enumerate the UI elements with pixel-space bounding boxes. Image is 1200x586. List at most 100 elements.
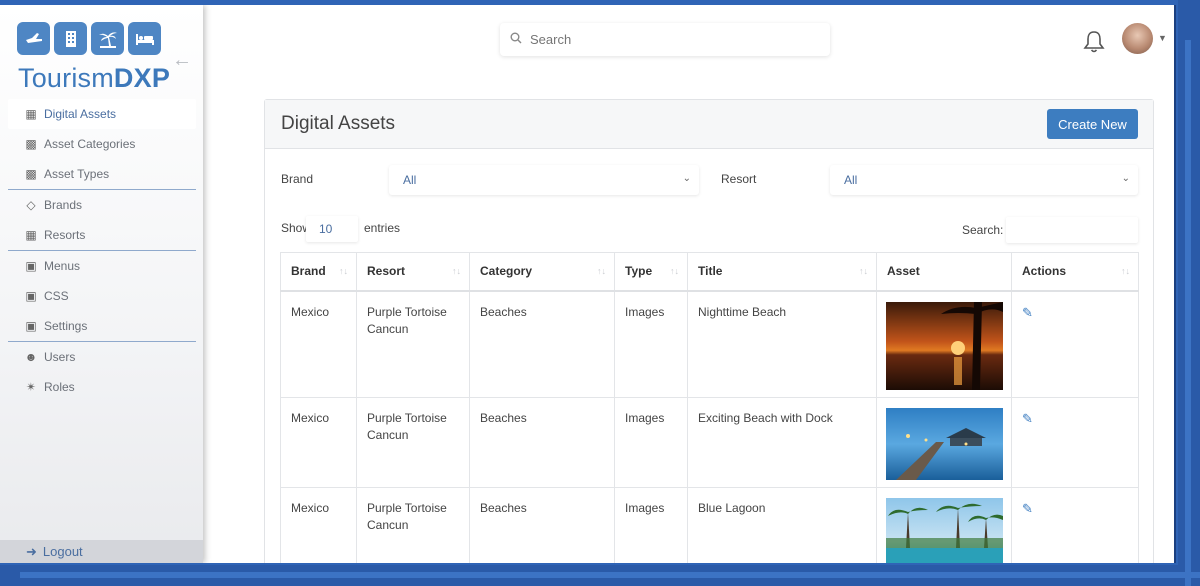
sidebar-item-digital-assets[interactable]: ▦ Digital Assets [8, 99, 196, 129]
logout-icon: ➜ [26, 543, 37, 559]
chevron-down-icon: ⌄ [682, 173, 691, 184]
header-label: Type [625, 264, 653, 279]
panel-header: Digital Assets Create New [265, 100, 1153, 149]
css-icon: ▣ [25, 289, 37, 303]
column-header-actions[interactable]: Actions ↑↓ [1011, 252, 1139, 292]
brand-filter-select[interactable]: All ⌄ [389, 165, 699, 195]
sidebar-item-label: Resorts [44, 228, 86, 242]
sidebar-item-menus[interactable]: ▣ Menus [8, 251, 196, 281]
roles-icon: ✴ [25, 380, 37, 394]
sidebar-item-roles[interactable]: ✴ Roles [8, 372, 196, 402]
menu-icon: ▣ [25, 259, 37, 273]
table-header-row: Brand ↑↓ Resort ↑↓ Category ↑↓ Type ↑↓ Title… [280, 252, 1139, 292]
search-input[interactable] [530, 32, 800, 47]
cell-brand: Mexico [280, 487, 357, 563]
sidebar-item-label: CSS [44, 289, 69, 303]
column-header-brand[interactable]: Brand ↑↓ [280, 252, 357, 292]
column-header-resort[interactable]: Resort ↑↓ [356, 252, 470, 292]
sidebar-item-label: Users [44, 350, 76, 364]
cell-actions: ✎ [1011, 487, 1139, 563]
resort-filter-select[interactable]: All ⌄ [830, 165, 1138, 195]
users-icon: ☻ [24, 350, 38, 364]
resort-line2: Cancun [367, 321, 409, 336]
palm-tree-icon [91, 22, 124, 55]
table-row: Mexico Purple Tortoise Cancun Beaches Ima… [280, 487, 1139, 563]
table-search-input[interactable] [1006, 217, 1138, 243]
sidebar-item-asset-categories[interactable]: ▩ Asset Categories [8, 129, 196, 159]
cell-title: Exciting Beach with Dock [687, 397, 877, 488]
app-logo-text: TourismDXP [18, 63, 170, 94]
column-header-type[interactable]: Type ↑↓ [614, 252, 688, 292]
cell-resort: Purple Tortoise Cancun [356, 487, 470, 563]
cell-category: Beaches [469, 290, 615, 398]
sidebar-item-resorts[interactable]: ▦ Resorts [8, 220, 196, 250]
building-icon [54, 22, 87, 55]
header-label: Actions [1022, 264, 1067, 279]
sidebar-item-label: Brands [44, 198, 83, 212]
chevron-down-icon[interactable]: ▼ [1158, 33, 1167, 43]
sidebar-item-label: Asset Types [44, 167, 110, 181]
cell-brand: Mexico [280, 397, 357, 488]
entries-label: entries [364, 221, 401, 235]
header-label: Brand [291, 264, 326, 279]
header-label: Asset [887, 264, 920, 279]
table-search-label: Search: [962, 223, 1004, 237]
brand-filter-value: All [403, 173, 417, 187]
logout-button[interactable]: ➜ Logout [0, 540, 203, 563]
column-header-category[interactable]: Category ↑↓ [469, 252, 615, 292]
cell-category: Beaches [469, 397, 615, 488]
resort-line1: Purple Tortoise [367, 501, 447, 515]
cell-type: Images [614, 487, 688, 563]
cell-asset [876, 487, 1012, 563]
cell-actions: ✎ [1011, 290, 1139, 398]
global-search[interactable] [500, 23, 830, 56]
resort-line2: Cancun [367, 518, 409, 532]
sort-icon: ↑↓ [1121, 266, 1130, 276]
notifications-bell-icon[interactable] [1083, 29, 1105, 59]
cell-title: Nighttime Beach [687, 290, 877, 398]
images-icon: ▩ [25, 167, 37, 181]
images-icon: ▩ [25, 137, 37, 151]
edit-icon[interactable]: ✎ [1022, 411, 1033, 426]
header-label: Title [698, 264, 723, 279]
sidebar-item-users[interactable]: ☻ Users [8, 342, 196, 372]
table-row: Mexico Purple Tortoise Cancun Beaches Ima… [280, 290, 1139, 398]
sidebar-item-settings[interactable]: ▣ Settings [8, 311, 196, 341]
edit-icon[interactable]: ✎ [1022, 501, 1033, 516]
resort-line1: Purple Tortoise [367, 411, 447, 425]
collapse-sidebar-arrow-icon[interactable]: ← [172, 49, 192, 72]
cell-brand: Mexico [280, 290, 357, 398]
sort-icon: ↑↓ [597, 266, 606, 276]
brand-filter-label: Brand [281, 172, 314, 186]
sidebar: TourismDXP ← ▦ Digital Assets ▩ Asset Ca… [0, 5, 203, 563]
column-header-title[interactable]: Title ↑↓ [687, 252, 877, 292]
search-icon [510, 32, 522, 47]
asset-thumbnail-lagoon[interactable] [886, 498, 1003, 563]
sort-icon: ↑↓ [339, 266, 348, 276]
resort-filter-value: All [844, 173, 858, 187]
sidebar-item-label: Roles [44, 380, 75, 394]
plane-icon [17, 22, 50, 55]
cell-resort: Purple Tortoise Cancun [356, 397, 470, 488]
sort-icon: ↑↓ [452, 266, 461, 276]
entries-per-page-select[interactable]: 10 [306, 216, 358, 242]
cell-asset [876, 290, 1012, 398]
column-header-asset: Asset [876, 252, 1012, 292]
sidebar-item-css[interactable]: ▣ CSS [8, 281, 196, 311]
app-window: TourismDXP ← ▦ Digital Assets ▩ Asset Ca… [0, 5, 1176, 563]
edit-icon[interactable]: ✎ [1022, 305, 1033, 320]
user-avatar[interactable] [1122, 23, 1153, 54]
logo-text-part1: Tourism [18, 63, 114, 93]
sidebar-item-brands[interactable]: ◇ Brands [8, 190, 196, 220]
logout-label: Logout [42, 544, 83, 559]
resort-line2: Cancun [367, 428, 409, 442]
sidebar-item-asset-types[interactable]: ▩ Asset Types [8, 159, 196, 189]
page-title: Digital Assets [281, 113, 396, 134]
asset-thumbnail-sunset[interactable] [886, 301, 1003, 390]
asset-thumbnail-dock[interactable] [886, 408, 1003, 480]
resort-filter-label: Resort [721, 172, 757, 186]
cell-category: Beaches [469, 487, 615, 563]
sidebar-nav: ▦ Digital Assets ▩ Asset Categories ▩ As… [8, 99, 196, 402]
create-new-button[interactable]: Create New [1047, 109, 1138, 139]
sidebar-item-label: Menus [44, 259, 81, 273]
